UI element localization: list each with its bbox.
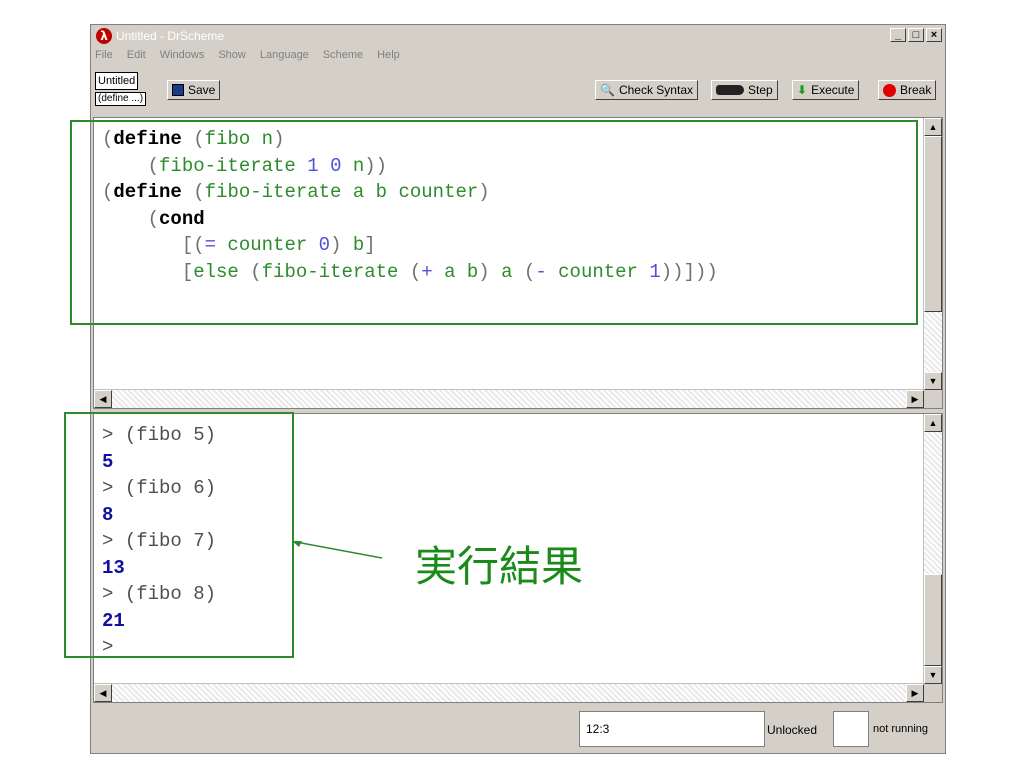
- scroll-left-icon[interactable]: ◀: [94, 390, 112, 408]
- down-arrow-icon: ⬇: [797, 83, 808, 97]
- scroll-up-icon[interactable]: ▲: [924, 414, 942, 432]
- results-highlight-box: [64, 412, 294, 658]
- minimize-button[interactable]: _: [890, 28, 906, 42]
- interactions-horizontal-scrollbar[interactable]: ◀ ▶: [94, 683, 924, 702]
- save-icon: [172, 84, 184, 96]
- scroll-left-icon[interactable]: ◀: [94, 684, 112, 702]
- break-label: Break: [900, 83, 932, 97]
- toolbar: Untitled (define ...) Save 🔍 Check Synta…: [93, 69, 943, 109]
- scroll-right-icon[interactable]: ▶: [906, 684, 924, 702]
- save-button[interactable]: Save: [167, 80, 221, 100]
- menu-show[interactable]: Show: [218, 49, 246, 65]
- file-name-button[interactable]: Untitled: [95, 72, 139, 90]
- define-menu[interactable]: (define ...): [95, 92, 147, 106]
- break-button[interactable]: Break: [878, 80, 937, 100]
- menu-windows[interactable]: Windows: [160, 49, 205, 65]
- scroll-corner: [924, 684, 942, 702]
- status-bar: 12:3 Unlocked not running: [93, 707, 943, 751]
- stop-icon: [883, 83, 896, 97]
- title-bar: λ Untitled - DrScheme _ □ ×: [92, 26, 944, 46]
- close-button[interactable]: ×: [926, 28, 942, 42]
- running-status: not running: [873, 723, 929, 735]
- check-syntax-label: Check Syntax: [618, 83, 693, 97]
- scroll-down-icon[interactable]: ▼: [924, 372, 942, 390]
- execution-result-label: 実行結果: [415, 542, 584, 591]
- annotation-arrow: [292, 541, 383, 559]
- scroll-right-icon[interactable]: ▶: [906, 390, 924, 408]
- gc-indicator: [833, 711, 869, 747]
- drscheme-logo-icon: λ: [96, 28, 112, 44]
- step-button[interactable]: Step: [711, 80, 778, 100]
- save-label: Save: [188, 83, 216, 97]
- scroll-up-icon[interactable]: ▲: [924, 118, 942, 136]
- interactions-scroll-thumb[interactable]: [924, 574, 942, 666]
- definitions-vertical-scrollbar[interactable]: ▲ ▼: [923, 118, 942, 390]
- check-syntax-button[interactable]: 🔍 Check Syntax: [595, 80, 698, 100]
- execute-button[interactable]: ⬇ Execute: [792, 80, 860, 100]
- menu-bar: File Edit Windows Show Language Scheme H…: [95, 49, 400, 65]
- maximize-button[interactable]: □: [908, 28, 924, 42]
- menu-help[interactable]: Help: [377, 49, 400, 65]
- footprint-icon: [716, 85, 744, 95]
- definitions-horizontal-scrollbar[interactable]: ◀ ▶: [94, 389, 924, 408]
- scroll-down-icon[interactable]: ▼: [924, 666, 942, 684]
- step-label: Step: [748, 83, 773, 97]
- menu-scheme[interactable]: Scheme: [323, 49, 363, 65]
- magnifier-icon: 🔍: [600, 83, 615, 97]
- definitions-scroll-thumb[interactable]: [924, 136, 942, 312]
- definitions-highlight-box: [70, 120, 918, 325]
- menu-edit[interactable]: Edit: [127, 49, 146, 65]
- interactions-vertical-scrollbar[interactable]: ▲ ▼: [923, 414, 942, 684]
- menu-file[interactable]: File: [95, 49, 113, 65]
- scroll-corner: [924, 390, 942, 408]
- window-title: Untitled - DrScheme: [116, 29, 225, 43]
- execute-label: Execute: [811, 83, 855, 97]
- lock-status[interactable]: Unlocked: [767, 723, 817, 737]
- menu-language[interactable]: Language: [260, 49, 309, 65]
- cursor-position: 12:3: [579, 711, 765, 747]
